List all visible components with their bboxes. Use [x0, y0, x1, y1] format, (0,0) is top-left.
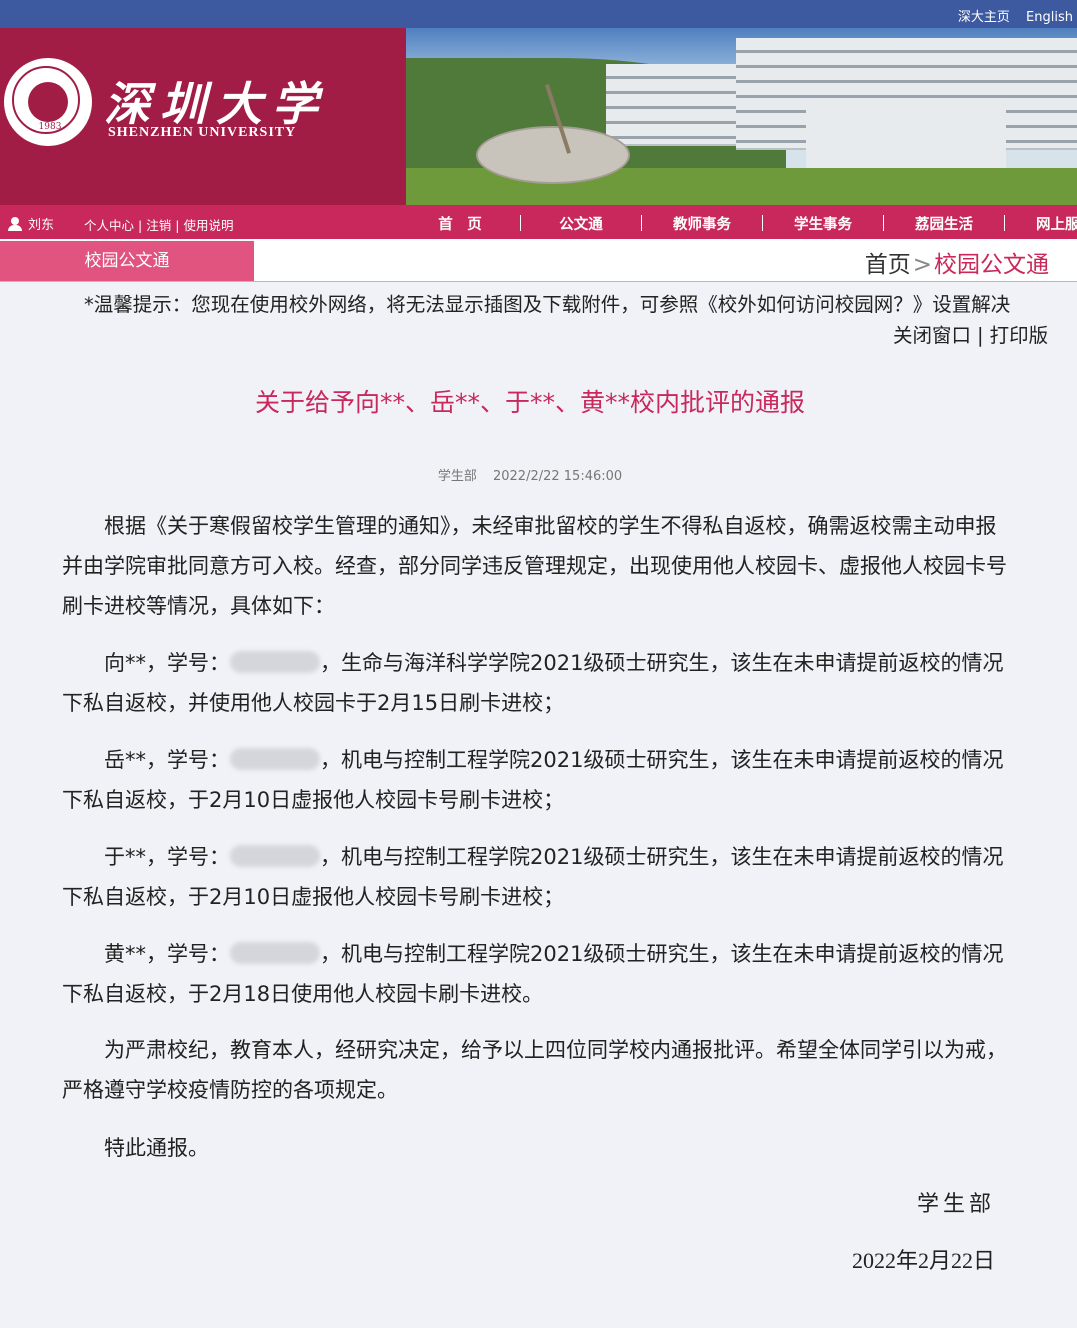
paragraph-student-1: 向**，学号： ，生命与海洋科学学院2021级硕士研究生，该生在未申请提前返校的情… [62, 651, 1004, 715]
paragraph-decision: 为严肃校纪，教育本人，经研究决定，给予以上四位同学校内通报批评。希望全体同学引以… [62, 1038, 1007, 1102]
breadcrumb-home[interactable]: 首页 [865, 252, 911, 278]
logout-link[interactable]: 注销 [146, 218, 171, 233]
english-link[interactable]: English [1026, 10, 1073, 25]
personal-center-link[interactable]: 个人中心 [84, 218, 134, 233]
top-links: 深大主页 English [946, 6, 1073, 25]
help-link[interactable]: 使用说明 [183, 218, 233, 233]
breadcrumb: 首页>校园公文通 [865, 245, 1049, 279]
paragraph-closing: 特此通报。 [104, 1136, 209, 1160]
university-seal-icon: 1983 [4, 58, 92, 146]
article-timestamp: 2022/2/22 15:46:00 [492, 469, 623, 484]
paragraph-student-2: 岳**，学号： ，机电与控制工程学院2021级硕士研究生，该生在未申请提前返校的情… [62, 748, 1004, 812]
university-name-en: SHENZHEN UNIVERSITY [108, 125, 297, 140]
nav-item-gongwentong[interactable]: 公文通 [521, 213, 641, 234]
top-utility-bar: 深大主页 English [0, 0, 1077, 28]
home-link[interactable]: 深大主页 [958, 10, 1010, 25]
paragraph-student-3: 于**，学号： ，机电与控制工程学院2021级硕士研究生，该生在未申请提前返校的情… [62, 845, 1004, 909]
breadcrumb-row: 校园公文通 首页>校园公文通 [0, 239, 1077, 282]
redacted-id [230, 748, 320, 770]
section-tab[interactable]: 校园公文通 [0, 241, 254, 281]
sundial-sculpture [476, 126, 630, 184]
user-links: 个人中心 | 注销 | 使用说明 [84, 218, 234, 233]
close-window-link[interactable]: 关闭窗口 [893, 324, 971, 347]
user-info[interactable]: 刘东 [8, 214, 54, 233]
signature-date: 2022年2月22日 [851, 1248, 995, 1273]
breadcrumb-separator: > [912, 252, 932, 278]
redacted-id [230, 651, 320, 673]
main-nav: 刘东 个人中心 | 注销 | 使用说明 首 页 公文通 教师事务 学生事务 荔园生活 网… [0, 205, 1077, 239]
nav-item-online-services[interactable]: 网上服务 [1005, 213, 1077, 234]
nav-item-student-affairs[interactable]: 学生事务 [763, 213, 883, 234]
article-title: 关于给予向**、岳**、于**、黄**校内批评的通报 [254, 388, 805, 417]
offcampus-notice: *温馨提示：您现在使用校外网络，将无法显示插图及下载附件，可参照《校外如何访问校… [84, 293, 1011, 316]
nav-item-home[interactable]: 首 页 [400, 213, 520, 234]
nav-item-campus-life[interactable]: 荔园生活 [884, 213, 1004, 234]
print-link[interactable]: 打印版 [990, 324, 1049, 347]
paragraph-student-4: 黄**，学号： ，机电与控制工程学院2021级硕士研究生，该生在未申请提前返校的情… [62, 942, 1004, 1006]
seal-year: 1983 [38, 122, 62, 132]
signature: 学生部 [916, 1192, 995, 1217]
brand-block: 1983 深圳大学 SHENZHEN UNIVERSITY [0, 28, 406, 205]
nav-menu: 首 页 公文通 教师事务 学生事务 荔园生活 网上服务 [400, 213, 1077, 234]
page-actions: 关闭窗口 | 打印版 [893, 324, 1049, 347]
campus-photo [406, 28, 1077, 205]
article-source: 学生部 [437, 469, 477, 484]
redacted-id [230, 845, 320, 867]
user-name: 刘东 [28, 218, 55, 233]
user-icon [8, 216, 22, 231]
redacted-id [230, 942, 320, 964]
nav-item-teacher-affairs[interactable]: 教师事务 [642, 213, 762, 234]
article-meta: 学生部 2022/2/22 15:46:00 [0, 465, 1060, 484]
site-banner: 1983 深圳大学 SHENZHEN UNIVERSITY [0, 28, 1077, 205]
breadcrumb-current[interactable]: 校园公文通 [934, 252, 1049, 278]
paragraph-intro: 根据《关于寒假留校学生管理的通知》，未经审批留校的学生不得私自返校，确需返校需主… [62, 514, 1007, 618]
